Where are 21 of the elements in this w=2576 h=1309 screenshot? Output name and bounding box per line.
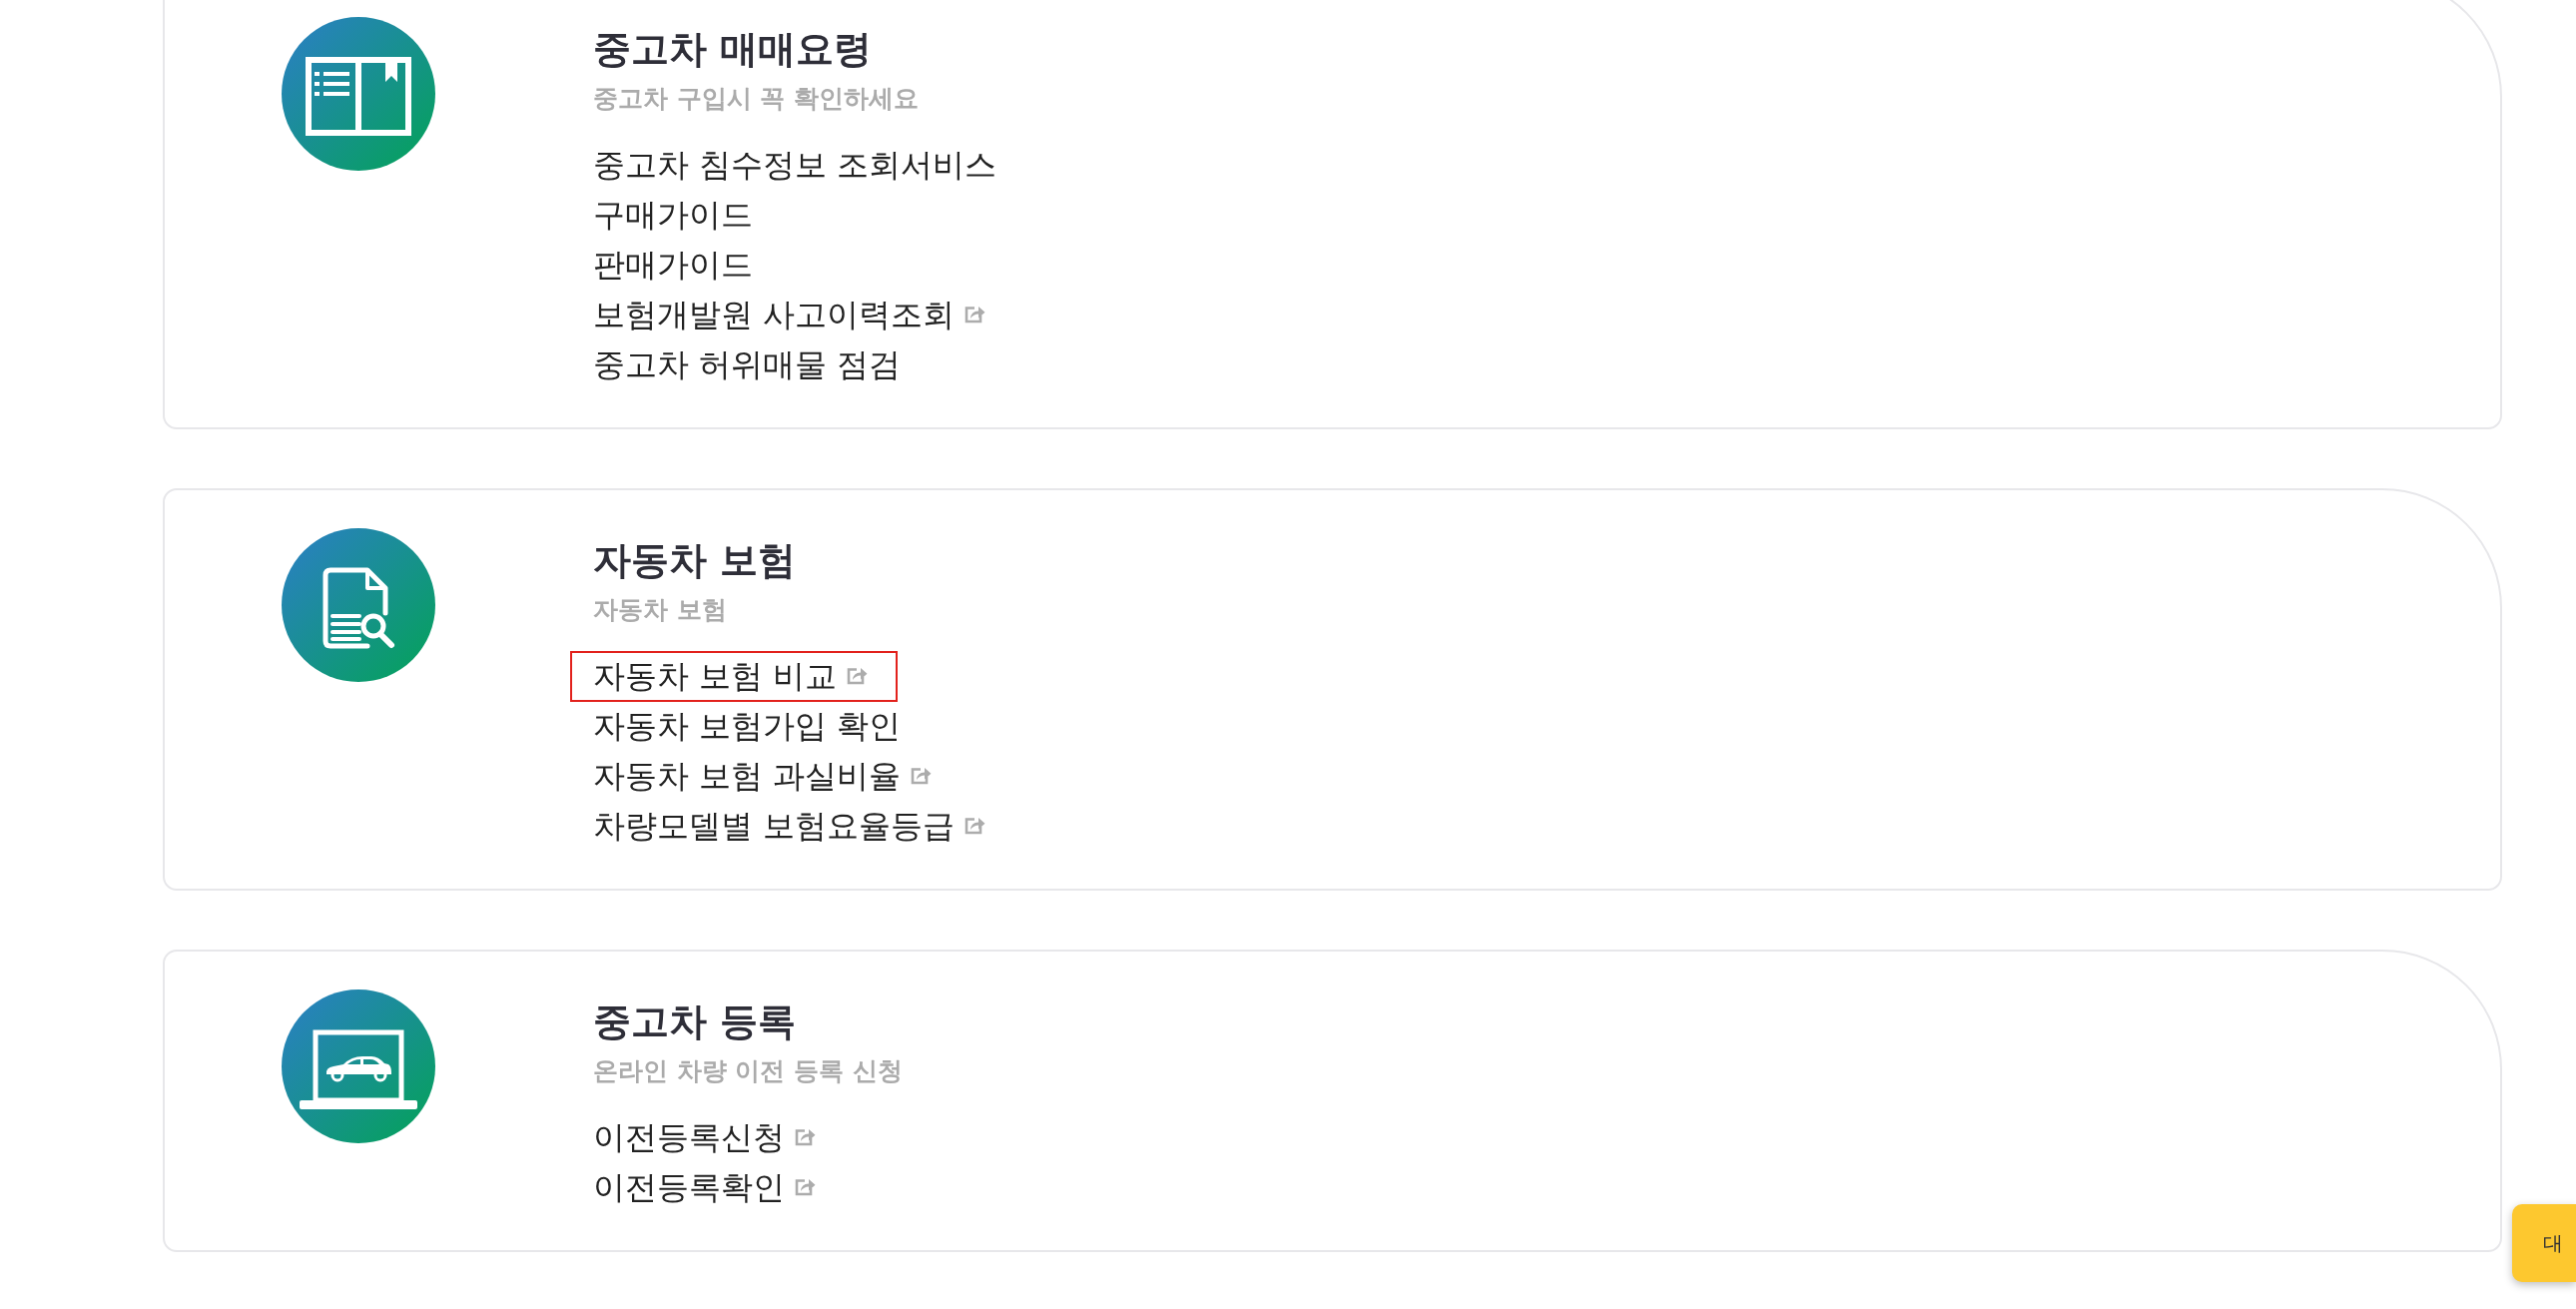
document-search-icon: [282, 528, 435, 682]
section-title: 중고차 등록: [593, 998, 798, 1045]
service-link[interactable]: 이전등록신청: [593, 1112, 816, 1162]
service-link[interactable]: 중고차 허위매물 점검: [593, 339, 902, 389]
chat-button[interactable]: 대: [2512, 1204, 2576, 1282]
service-link[interactable]: 중고차 침수정보 조회서비스: [593, 140, 997, 190]
section-subtitle: 중고차 구입시 꼭 확인하세요: [593, 83, 921, 115]
service-link[interactable]: 판매가이드: [593, 240, 753, 290]
service-link[interactable]: 이전등록확인: [593, 1162, 816, 1212]
service-link[interactable]: 자동차 보험 과실비율: [593, 751, 933, 801]
service-link[interactable]: 차량모델별 보험요율등급: [593, 801, 986, 851]
laptop-car-icon: [282, 989, 435, 1143]
section-subtitle: 자동차 보험: [593, 594, 728, 626]
service-link[interactable]: 자동차 보험가입 확인: [593, 701, 902, 751]
service-link[interactable]: 구매가이드: [593, 190, 753, 240]
book-icon: [282, 17, 435, 171]
service-link[interactable]: 자동차 보험 비교: [570, 650, 899, 702]
section-title: 자동차 보험: [593, 537, 798, 584]
service-link[interactable]: 보험개발원 사고이력조회: [593, 290, 986, 339]
section-subtitle: 온라인 차량 이전 등록 신청: [593, 1055, 903, 1087]
section-title: 중고차 매매요령: [593, 26, 874, 73]
